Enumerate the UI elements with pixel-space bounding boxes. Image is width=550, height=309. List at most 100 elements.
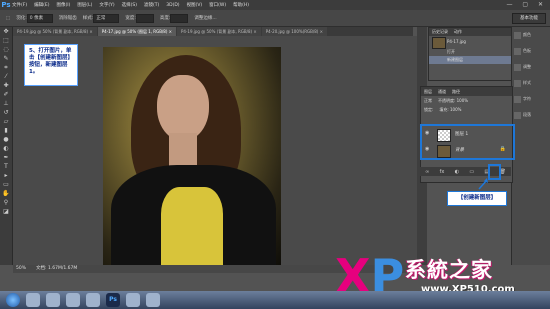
gradient-tool-icon[interactable]: ▮ xyxy=(2,127,10,134)
tab-actions[interactable]: 动作 xyxy=(454,28,462,36)
feather-input[interactable]: 0 像素 xyxy=(26,13,53,23)
group-icon[interactable]: ▭ xyxy=(469,169,474,175)
document-tabs: P4-19.jpg @ 50% (背景 副本, RGB/8) × P4-17.j… xyxy=(13,27,413,36)
taskbar-app-4[interactable] xyxy=(86,293,100,307)
shape-tool-icon[interactable]: ▭ xyxy=(2,181,10,188)
move-tool-icon[interactable]: ✥ xyxy=(2,28,10,35)
menu-select[interactable]: 选择(S) xyxy=(122,2,137,8)
blend-mode-select[interactable]: 正常 xyxy=(424,96,432,105)
panel-paragraph[interactable]: 段落 xyxy=(512,107,550,123)
height-label: 高度: xyxy=(159,16,171,21)
hand-tool-icon[interactable]: ✋ xyxy=(2,190,10,197)
taskbar-app-6[interactable] xyxy=(126,293,140,307)
taskbar-app-1[interactable] xyxy=(26,293,40,307)
menu-layer[interactable]: 图层(L) xyxy=(77,2,92,8)
image-face xyxy=(157,75,209,141)
tab-doc-3[interactable]: P4-19.jpg @ 50% (背景 副本, RGB/8) × xyxy=(177,27,261,36)
history-item-new-layer[interactable]: 新建图层 xyxy=(429,56,511,64)
menu-filter[interactable]: 滤镜(T) xyxy=(144,2,159,8)
dodge-tool-icon[interactable]: ◐ xyxy=(2,145,10,152)
panel-character[interactable]: 字符 xyxy=(512,91,550,107)
tab-channels[interactable]: 通道 xyxy=(438,87,446,96)
instruction-callout: 5、打开图片，单击【创建新图层】按钮，新建图层1。 xyxy=(24,44,78,86)
feather-label: 羽化: xyxy=(16,16,27,21)
history-panel-header: 历史记录 动作 xyxy=(429,28,511,36)
menu-type[interactable]: 文字(Y) xyxy=(99,2,114,8)
panel-styles[interactable]: 样式 xyxy=(512,75,550,91)
stamp-tool-icon[interactable]: ⊥ xyxy=(2,100,10,107)
link-layers-icon[interactable]: ∞ xyxy=(425,169,429,175)
type-tool-icon[interactable]: T xyxy=(2,163,10,170)
marquee-tool-icon[interactable]: ⬚ xyxy=(2,37,10,44)
toolbox: ✥ ⬚ ◌ ✎ ⌗ ⁄ ✚ ✐ ⊥ ↺ ▱ ▮ ● ◐ ✒ T ▸ ▭ ✋ ⚲ … xyxy=(0,27,13,265)
tab-history[interactable]: 历史记录 xyxy=(432,28,448,36)
paragraph-icon xyxy=(514,111,521,119)
eraser-tool-icon[interactable]: ▱ xyxy=(2,118,10,125)
eyedropper-tool-icon[interactable]: ⁄ xyxy=(2,73,10,80)
width-input[interactable] xyxy=(135,13,154,23)
width-label: 宽度: xyxy=(125,16,136,21)
healing-tool-icon[interactable]: ✚ xyxy=(2,82,10,89)
tab-paths[interactable]: 路径 xyxy=(452,87,460,96)
tab-doc-4[interactable]: P4-20.jpg @ 100%(RGB/8) × xyxy=(261,27,327,36)
zoom-level[interactable]: 50% xyxy=(16,265,26,273)
history-brush-icon[interactable]: ↺ xyxy=(2,109,10,116)
fill-control[interactable]: 填充: 100% xyxy=(439,105,461,114)
height-input[interactable] xyxy=(170,13,189,23)
history-panel: 历史记录 动作 P4-17.jpg 打开 新建图层 xyxy=(428,27,512,81)
start-button[interactable] xyxy=(6,293,20,307)
pointer-arrow-icon xyxy=(478,178,488,190)
swatches-icon xyxy=(514,47,521,55)
menu-help[interactable]: 帮助(H) xyxy=(233,2,249,8)
layers-lock-row: 锁定: 填充: 100% xyxy=(421,105,512,114)
opacity-control[interactable]: 不透明度: 100% xyxy=(438,96,468,105)
history-snapshot[interactable]: P4-17.jpg xyxy=(429,36,511,49)
taskbar-app-7[interactable] xyxy=(146,293,160,307)
layer-style-icon[interactable]: fx xyxy=(440,169,445,175)
taskbar-photoshop[interactable]: Ps xyxy=(106,293,120,307)
taskbar-app-2[interactable] xyxy=(46,293,60,307)
style-select[interactable]: 正常 xyxy=(93,13,120,23)
menu-file[interactable]: 文件(F) xyxy=(12,2,27,8)
zoom-tool-icon[interactable]: ⚲ xyxy=(2,199,10,206)
panel-color[interactable]: 颜色 xyxy=(512,27,550,43)
layers-options-row: 正常 不透明度: 100% xyxy=(421,96,512,105)
photoshop-logo-icon[interactable]: Ps xyxy=(0,0,12,10)
refine-edge-button[interactable]: 调整边缘... xyxy=(194,15,216,21)
new-layer-highlight xyxy=(488,164,501,180)
tab-layers[interactable]: 图层 xyxy=(424,87,432,96)
marquee-tool-icon[interactable]: ⬚ xyxy=(6,16,10,21)
menu-3d[interactable]: 3D(D) xyxy=(166,3,179,8)
blur-tool-icon[interactable]: ● xyxy=(2,136,10,143)
adjustment-layer-icon[interactable]: ◐ xyxy=(455,169,459,175)
document-image[interactable] xyxy=(103,47,281,267)
taskbar-app-3[interactable] xyxy=(66,293,80,307)
panel-adjustments[interactable]: 调整 xyxy=(512,59,550,75)
new-layer-callout: 【创建新图层】 xyxy=(447,191,507,206)
color-icon xyxy=(514,31,521,39)
pen-tool-icon[interactable]: ✒ xyxy=(2,154,10,161)
history-item-open[interactable]: 打开 xyxy=(429,48,511,56)
menu-image[interactable]: 图像(I) xyxy=(56,2,70,8)
menu-view[interactable]: 视图(V) xyxy=(187,2,203,8)
lasso-tool-icon[interactable]: ◌ xyxy=(2,46,10,53)
layers-highlight-box xyxy=(420,124,515,160)
doc-size: 文档: 1.67M/1.67M xyxy=(36,266,78,271)
antialias-checkbox[interactable]: 消除锯齿 xyxy=(59,15,77,21)
styles-icon xyxy=(514,79,521,87)
panel-swatches[interactable]: 色板 xyxy=(512,43,550,59)
crop-tool-icon[interactable]: ⌗ xyxy=(2,64,10,71)
color-swatch-icon[interactable]: ◪ xyxy=(2,208,10,215)
menu-edit[interactable]: 编辑(E) xyxy=(34,2,49,8)
tab-doc-2[interactable]: P4-17.jpg @ 50% (图层 1, RGB/8) × xyxy=(97,27,177,36)
window-controls[interactable]: — ▢ ✕ xyxy=(506,1,547,8)
path-select-icon[interactable]: ▸ xyxy=(2,172,10,179)
brush-tool-icon[interactable]: ✐ xyxy=(2,91,10,98)
workspace-select[interactable]: 基本功能 xyxy=(512,13,546,24)
tab-doc-1[interactable]: P4-19.jpg @ 50% (背景 副本, RGB/8) × xyxy=(13,27,97,36)
quick-select-tool-icon[interactable]: ✎ xyxy=(2,55,10,62)
style-label: 样式: xyxy=(82,16,94,21)
history-doc-name: P4-17.jpg xyxy=(447,39,466,44)
layers-panel-header: 图层 通道 路径 xyxy=(421,87,512,96)
menu-window[interactable]: 窗口(W) xyxy=(209,2,226,8)
